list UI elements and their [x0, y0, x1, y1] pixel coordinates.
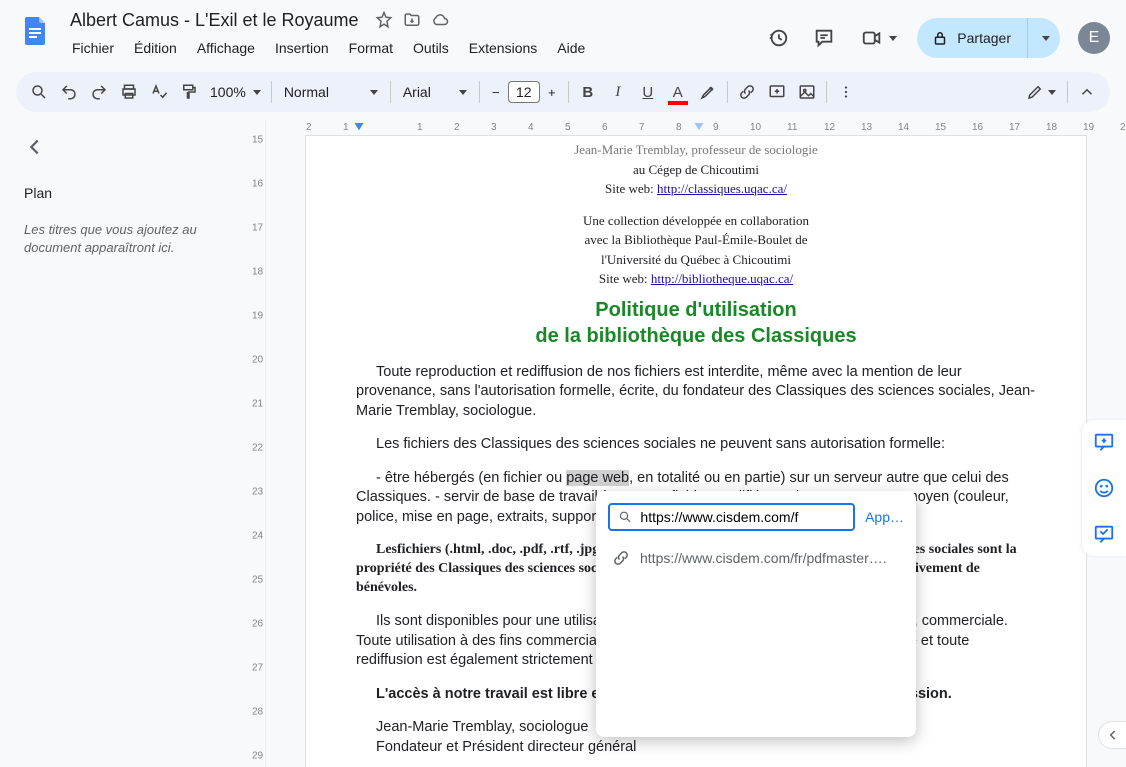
share-button[interactable]: Partager — [917, 18, 1027, 58]
share-label: Partager — [957, 30, 1011, 46]
docs-logo[interactable] — [16, 10, 56, 50]
emoji-icon[interactable] — [1088, 472, 1120, 504]
ruler-horizontal: 21123456789101112131415161718192021 — [306, 120, 1126, 136]
chevron-down-icon — [1048, 90, 1056, 95]
menu-insertion[interactable]: Insertion — [267, 36, 337, 60]
share-dropdown[interactable] — [1027, 18, 1060, 58]
star-icon[interactable] — [375, 11, 393, 29]
body-link[interactable]: http://classiques.uqac.ca/ — [657, 181, 787, 196]
undo-icon[interactable] — [54, 77, 84, 107]
indent-marker-right[interactable] — [694, 123, 704, 132]
ruler-vertical: 151617181920212223242526272829 — [250, 120, 266, 767]
text-selection: page web — [566, 470, 629, 486]
menu-fichier[interactable]: Fichier — [64, 36, 122, 60]
avatar[interactable]: E — [1078, 22, 1110, 54]
menu-edition[interactable]: Édition — [126, 36, 185, 60]
cloud-status-icon[interactable] — [431, 11, 449, 29]
menu-affichage[interactable]: Affichage — [189, 36, 263, 60]
bold-icon[interactable]: B — [573, 77, 603, 107]
collapse-icon[interactable] — [1072, 77, 1102, 107]
zoom-select[interactable]: 100% — [204, 84, 267, 100]
add-comment-icon[interactable] — [762, 77, 792, 107]
suggest-icon[interactable] — [1088, 518, 1120, 550]
font-size-increase[interactable]: + — [540, 80, 564, 104]
menu-format[interactable]: Format — [341, 36, 401, 60]
chevron-down-icon — [459, 90, 467, 95]
redo-icon[interactable] — [84, 77, 114, 107]
apply-button[interactable]: App… — [865, 509, 904, 525]
chevron-down-icon — [889, 36, 897, 41]
menu-outils[interactable]: Outils — [405, 36, 457, 60]
body-link[interactable]: http://bibliotheque.uqac.ca/ — [651, 271, 793, 286]
side-panel — [1082, 420, 1126, 556]
back-icon[interactable] — [24, 136, 226, 161]
link-url-input[interactable] — [640, 509, 845, 525]
move-icon[interactable] — [403, 11, 421, 29]
search-icon[interactable] — [24, 77, 54, 107]
meet-button[interactable] — [853, 21, 905, 55]
menu-aide[interactable]: Aide — [549, 36, 593, 60]
doc-text: Jean-Marie Tremblay, professeur de socio… — [356, 140, 1036, 160]
comments-icon[interactable] — [807, 21, 841, 55]
outline-hint: Les titres que vous ajoutez au document … — [24, 221, 226, 257]
link-suggestion[interactable]: https://www.cisdem.com/fr/pdfmaster…. — [608, 541, 904, 575]
lock-icon — [931, 29, 949, 47]
search-icon — [618, 509, 632, 525]
history-icon[interactable] — [761, 21, 795, 55]
indent-marker-left[interactable] — [354, 123, 364, 132]
highlight-icon[interactable] — [693, 77, 723, 107]
toolbar: 100% Normal Arial − 12 + B I U A — [16, 72, 1110, 112]
link-insert-popup: App… https://www.cisdem.com/fr/pdfmaster… — [596, 491, 916, 737]
heading: Politique d'utilisationde la bibliothèqu… — [356, 297, 1036, 349]
add-comment-side-icon[interactable] — [1088, 426, 1120, 458]
doc-title[interactable]: Albert Camus - L'Exil et le Royaume — [64, 8, 365, 33]
chevron-down-icon — [253, 90, 261, 95]
document-page[interactable]: Jean-Marie Tremblay, professeur de socio… — [306, 136, 1086, 767]
outline-sidebar: Plan Les titres que vous ajoutez au docu… — [0, 120, 250, 767]
italic-icon[interactable]: I — [603, 77, 633, 107]
font-size-decrease[interactable]: − — [484, 80, 508, 104]
chevron-down-icon — [1042, 36, 1050, 41]
outline-heading: Plan — [24, 185, 226, 201]
chevron-down-icon — [370, 90, 378, 95]
font-select[interactable]: Arial — [395, 78, 475, 106]
insert-link-icon[interactable] — [732, 77, 762, 107]
print-icon[interactable] — [114, 77, 144, 107]
menu-extensions[interactable]: Extensions — [461, 36, 545, 60]
paint-format-icon[interactable] — [174, 77, 204, 107]
more-icon[interactable] — [831, 77, 861, 107]
link-icon — [612, 549, 630, 567]
style-select[interactable]: Normal — [276, 78, 386, 106]
underline-icon[interactable]: U — [633, 77, 663, 107]
expand-side-panel[interactable] — [1098, 721, 1126, 749]
text-color-icon[interactable]: A — [663, 77, 693, 107]
edit-mode-icon[interactable] — [1019, 77, 1063, 107]
font-size-input[interactable]: 12 — [508, 81, 540, 103]
insert-image-icon[interactable] — [792, 77, 822, 107]
spellcheck-icon[interactable] — [144, 77, 174, 107]
